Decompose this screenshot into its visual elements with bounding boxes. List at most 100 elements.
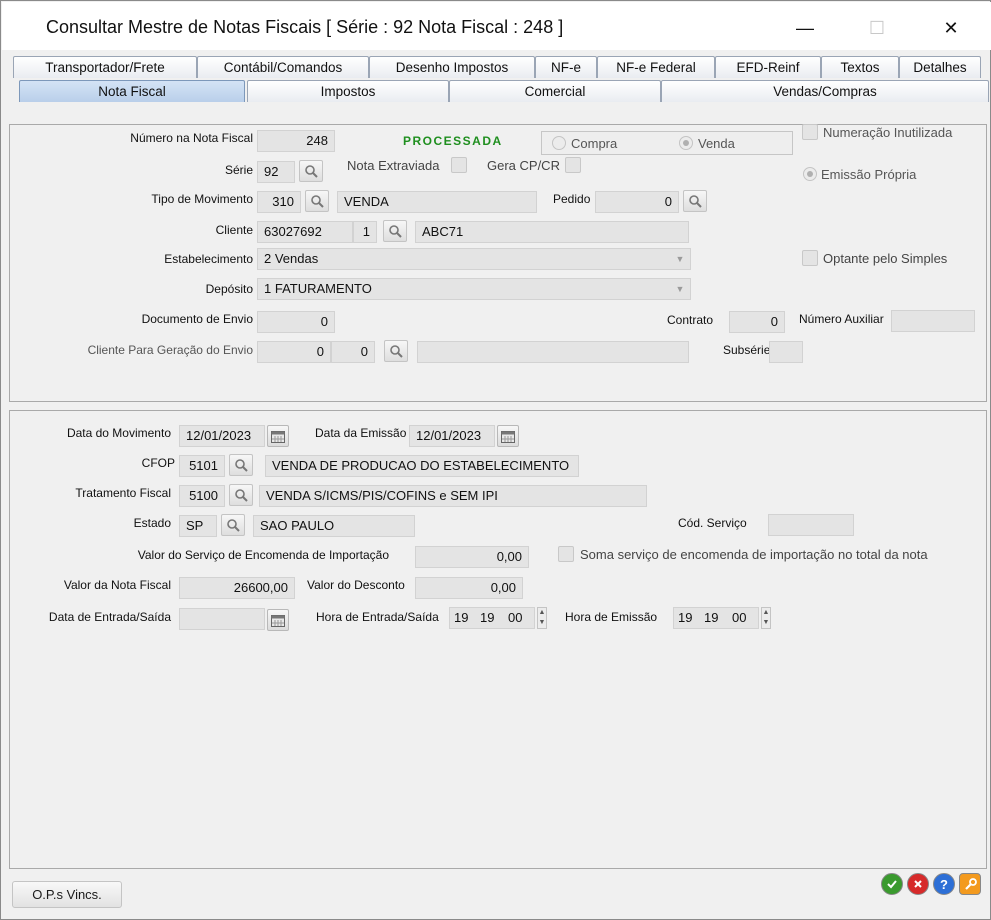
hora-emissao-spinner[interactable]: ▲ ▼ [761,607,771,629]
pedido-field[interactable]: 0 [595,191,679,213]
minimize-button[interactable]: — [788,14,822,42]
contrato-label: Contrato [667,313,714,327]
gera-cp-cr-label: Gera CP/CR [487,158,560,173]
tratamento-fiscal-desc[interactable]: VENDA S/ICMS/PIS/COFINS e SEM IPI [259,485,647,507]
tab-comercial[interactable]: Comercial [449,80,661,102]
tab-row-top: Transportador/Frete Contábil/Comandos De… [13,56,981,80]
cliente-envio-lookup-button[interactable] [384,340,408,362]
tratamento-fiscal-code[interactable]: 5100 [179,485,225,507]
tipo-movimento-code[interactable]: 310 [257,191,301,213]
estabelecimento-select[interactable]: 2 Vendas ▼ [257,248,691,270]
valor-nf-field[interactable]: 26600,00 [179,577,295,599]
calendar-icon [271,614,285,627]
panel-dados-fiscais [9,410,987,869]
subserie-label: Subsérie [723,343,771,357]
cliente-seq[interactable]: 1 [353,221,377,243]
estado-label: Estado [133,516,171,530]
nota-extraviada-checkbox[interactable] [451,157,467,173]
search-icon [311,195,324,208]
estado-code[interactable]: SP [179,515,217,537]
data-emissao-calendar-button[interactable] [497,425,519,447]
pedido-lookup-button[interactable] [683,190,707,212]
tab-impostos[interactable]: Impostos [247,80,449,102]
serie-lookup-button[interactable] [299,160,323,182]
soma-servico-label: Soma serviço de encomenda de importação … [580,547,928,562]
tab-efd-reinf[interactable]: EFD-Reinf [715,56,821,78]
cod-servico-label: Cód. Serviço [678,516,747,530]
search-icon [227,519,240,532]
wrench-icon [964,877,977,890]
cfop-lookup-button[interactable] [229,454,253,476]
tab-contabil-comandos[interactable]: Contábil/Comandos [197,56,369,78]
hora-emissao-h: 19 [678,610,693,625]
venda-radio[interactable] [679,136,693,150]
tab-detalhes[interactable]: Detalhes [899,56,981,78]
soma-servico-checkbox[interactable] [558,546,574,562]
cliente-name[interactable]: ABC71 [415,221,689,243]
cfop-desc[interactable]: VENDA DE PRODUCAO DO ESTABELECIMENTO [265,455,579,477]
tipo-movimento-desc[interactable]: VENDA [337,191,537,213]
emissao-propria-label: Emissão Própria [821,167,917,182]
tab-transportador-frete[interactable]: Transportador/Frete [13,56,197,78]
estado-lookup-button[interactable] [221,514,245,536]
search-icon [390,345,403,358]
help-button[interactable]: ? [933,873,955,895]
hora-entrada-saida-spinner[interactable]: ▲ ▼ [537,607,547,629]
data-entrada-saida-field[interactable] [179,608,265,630]
maximize-button[interactable]: ☐ [860,14,894,42]
estado-desc[interactable]: SAO PAULO [253,515,415,537]
hora-entrada-saida-field[interactable]: 19 19 00 [449,607,535,629]
data-entrada-saida-calendar-button[interactable] [267,609,289,631]
tools-button[interactable] [959,873,981,895]
tipo-movimento-lookup-button[interactable] [305,190,329,212]
documento-envio-field[interactable]: 0 [257,311,335,333]
tab-nfe-federal[interactable]: NF-e Federal [597,56,715,78]
pedido-label: Pedido [553,192,591,206]
tratamento-fiscal-lookup-button[interactable] [229,484,253,506]
optante-simples-label: Optante pelo Simples [823,251,948,266]
data-movimento-field[interactable]: 12/01/2023 [179,425,265,447]
valor-servico-encomenda-field[interactable]: 0,00 [415,546,529,568]
numeracao-inutilizada-label: Numeração Inutilizada [823,125,953,140]
close-icon [914,880,922,888]
cliente-envio-seq[interactable]: 0 [331,341,375,363]
deposito-select[interactable]: 1 FATURAMENTO ▼ [257,278,691,300]
tab-vendas-compras[interactable]: Vendas/Compras [661,80,989,102]
contrato-field[interactable]: 0 [729,311,785,333]
valor-nf-label: Valor da Nota Fiscal [63,578,171,592]
serie-field[interactable]: 92 [257,161,295,183]
cod-servico-field[interactable] [768,514,854,536]
nota-extraviada-label: Nota Extraviada [347,158,440,173]
data-movimento-calendar-button[interactable] [267,425,289,447]
documento-envio-label: Documento de Envio [141,312,253,326]
compra-radio[interactable] [552,136,566,150]
cfop-code[interactable]: 5101 [179,455,225,477]
ops-vinculadas-button[interactable]: O.P.s Vincs. [12,881,122,908]
tab-desenho-impostos[interactable]: Desenho Impostos [369,56,535,78]
venda-label: Venda [698,136,735,151]
tab-nfe[interactable]: NF-e [535,56,597,78]
hora-entrada-saida-m: 19 [480,610,495,625]
valor-desconto-field[interactable]: 0,00 [415,577,523,599]
data-emissao-field[interactable]: 12/01/2023 [409,425,495,447]
check-icon [887,880,897,889]
subserie-field[interactable] [769,341,803,363]
cancel-button[interactable] [907,873,929,895]
cliente-lookup-button[interactable] [383,220,407,242]
hora-emissao-field[interactable]: 19 19 00 [673,607,759,629]
cliente-envio-code[interactable]: 0 [257,341,331,363]
numero-auxiliar-field[interactable] [891,310,975,332]
hora-emissao-label: Hora de Emissão [565,610,658,624]
confirm-button[interactable] [881,873,903,895]
cliente-envio-name[interactable] [417,341,689,363]
gera-cp-cr-checkbox[interactable] [565,157,581,173]
tab-nota-fiscal[interactable]: Nota Fiscal [19,80,245,102]
cfop-label: CFOP [141,456,175,470]
emissao-propria-radio[interactable] [803,167,817,181]
cliente-code[interactable]: 63027692 [257,221,353,243]
tab-textos[interactable]: Textos [821,56,899,78]
numeracao-inutilizada-checkbox[interactable] [802,124,818,140]
close-button[interactable]: ✕ [934,14,968,42]
numero-nf-field[interactable]: 248 [257,130,335,152]
optante-simples-checkbox[interactable] [802,250,818,266]
